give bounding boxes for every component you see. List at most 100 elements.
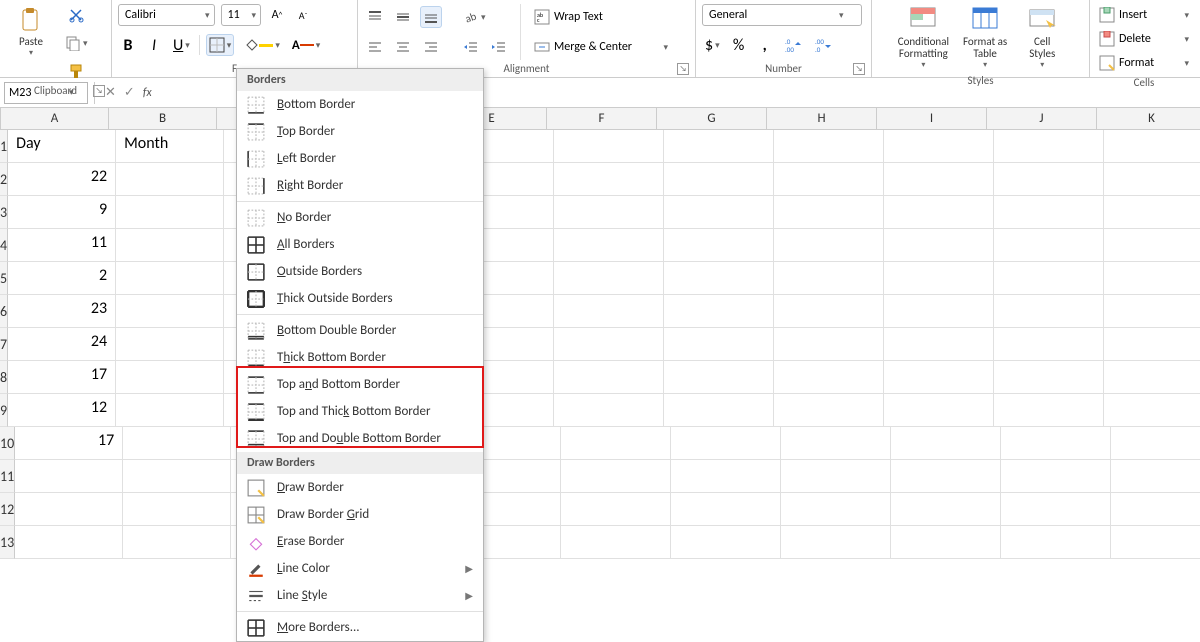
column-header[interactable]: B xyxy=(109,108,217,129)
menu-item-border[interactable]: Outside Borders xyxy=(237,258,483,285)
menu-item-border[interactable]: Top and Thick Bottom Border xyxy=(237,398,483,425)
cell[interactable] xyxy=(116,196,224,229)
cell[interactable] xyxy=(1104,229,1200,262)
cell[interactable] xyxy=(123,493,231,526)
font-size-combo[interactable]: ▾ xyxy=(221,4,262,26)
currency-button[interactable]: $▾ xyxy=(702,34,723,56)
cell[interactable] xyxy=(994,361,1104,394)
cell[interactable] xyxy=(116,394,224,427)
menu-item-border[interactable]: Top and Bottom Border xyxy=(237,371,483,398)
cell[interactable] xyxy=(116,262,224,295)
cell[interactable]: Day xyxy=(8,130,116,163)
select-all-corner[interactable] xyxy=(0,108,1,129)
format-painter-button[interactable] xyxy=(62,60,91,82)
comma-button[interactable]: , xyxy=(755,34,775,56)
cell[interactable] xyxy=(664,163,774,196)
cell[interactable]: 12 xyxy=(8,394,116,427)
cell[interactable]: 22 xyxy=(8,163,116,196)
row-header[interactable]: 13 xyxy=(0,526,15,559)
copy-button[interactable]: ▾ xyxy=(62,32,91,54)
cell[interactable] xyxy=(891,460,1001,493)
cell[interactable] xyxy=(884,262,994,295)
cell[interactable] xyxy=(561,526,671,559)
cell[interactable] xyxy=(116,163,224,196)
cell[interactable] xyxy=(1001,427,1111,460)
enter-formula-button[interactable]: ✓ xyxy=(120,85,139,100)
cell[interactable] xyxy=(554,130,664,163)
cell[interactable] xyxy=(994,328,1104,361)
cut-button[interactable] xyxy=(62,4,91,26)
cell[interactable] xyxy=(1104,328,1200,361)
cell[interactable] xyxy=(884,328,994,361)
row-header[interactable]: 10 xyxy=(0,427,15,460)
italic-button[interactable]: I xyxy=(144,34,164,56)
cell[interactable] xyxy=(774,229,884,262)
align-middle-button[interactable] xyxy=(392,6,414,28)
cell[interactable] xyxy=(884,394,994,427)
menu-item-draw[interactable]: Line Color▶ xyxy=(237,555,483,582)
cell[interactable]: Month xyxy=(116,130,224,163)
align-bottom-button[interactable] xyxy=(420,6,442,28)
column-header[interactable]: K xyxy=(1097,108,1200,129)
conditional-formatting-button[interactable]: Conditional Formatting▾ xyxy=(894,4,953,72)
cell[interactable] xyxy=(884,163,994,196)
cell[interactable] xyxy=(994,229,1104,262)
menu-item-border[interactable]: Bottom Double Border xyxy=(237,317,483,344)
cell[interactable] xyxy=(781,493,891,526)
menu-item-draw[interactable]: Erase Border xyxy=(237,528,483,555)
row-header[interactable]: 5 xyxy=(0,262,8,295)
cell[interactable] xyxy=(884,361,994,394)
menu-item-border[interactable]: Left Border xyxy=(237,145,483,172)
cell[interactable] xyxy=(884,229,994,262)
cell[interactable] xyxy=(554,163,664,196)
number-format-combo[interactable]: ▾ xyxy=(702,4,862,26)
align-top-button[interactable] xyxy=(364,6,386,28)
cell[interactable] xyxy=(994,262,1104,295)
menu-item-border[interactable]: Bottom Border xyxy=(237,91,483,118)
row-header[interactable]: 6 xyxy=(0,295,8,328)
row-header[interactable]: 3 xyxy=(0,196,8,229)
cell[interactable] xyxy=(884,196,994,229)
cell[interactable] xyxy=(1001,460,1111,493)
row-header[interactable]: 2 xyxy=(0,163,8,196)
cell[interactable] xyxy=(116,295,224,328)
cell[interactable]: 17 xyxy=(15,427,123,460)
row-header[interactable]: 8 xyxy=(0,361,8,394)
cell[interactable]: 24 xyxy=(8,328,116,361)
cell[interactable] xyxy=(774,130,884,163)
number-format-input[interactable] xyxy=(703,8,833,22)
cell[interactable] xyxy=(1104,394,1200,427)
align-center-button[interactable] xyxy=(392,36,414,58)
format-cells-button[interactable]: Format▾ xyxy=(1096,52,1192,74)
cell[interactable] xyxy=(994,163,1104,196)
cell[interactable] xyxy=(994,295,1104,328)
cell[interactable] xyxy=(1104,130,1200,163)
column-header[interactable]: A xyxy=(1,108,109,129)
decrease-decimal-button[interactable]: .00.0 xyxy=(811,34,835,56)
row-header[interactable]: 12 xyxy=(0,493,15,526)
cell[interactable] xyxy=(116,361,224,394)
number-launcher[interactable]: ↘ xyxy=(853,63,865,75)
cell[interactable]: 23 xyxy=(8,295,116,328)
cell[interactable] xyxy=(15,493,123,526)
cell[interactable] xyxy=(781,460,891,493)
menu-item-draw[interactable]: Draw Border xyxy=(237,474,483,501)
cell[interactable] xyxy=(774,295,884,328)
orientation-button[interactable]: ab▾ xyxy=(460,6,489,28)
cell[interactable] xyxy=(1001,526,1111,559)
wrap-text-button[interactable]: abcWrap Text xyxy=(531,6,671,28)
align-left-button[interactable] xyxy=(364,36,386,58)
cell[interactable] xyxy=(884,130,994,163)
cell[interactable] xyxy=(774,163,884,196)
cell[interactable] xyxy=(774,394,884,427)
font-name-combo[interactable]: ▾ xyxy=(118,4,215,26)
cell[interactable] xyxy=(891,427,1001,460)
cell[interactable] xyxy=(781,526,891,559)
column-header[interactable]: H xyxy=(767,108,877,129)
menu-item-border[interactable]: Top Border xyxy=(237,118,483,145)
cell[interactable]: 17 xyxy=(8,361,116,394)
column-header[interactable]: J xyxy=(987,108,1097,129)
cell[interactable] xyxy=(664,196,774,229)
borders-button[interactable]: ▾ xyxy=(206,34,235,56)
menu-item-border[interactable]: Thick Outside Borders xyxy=(237,285,483,312)
